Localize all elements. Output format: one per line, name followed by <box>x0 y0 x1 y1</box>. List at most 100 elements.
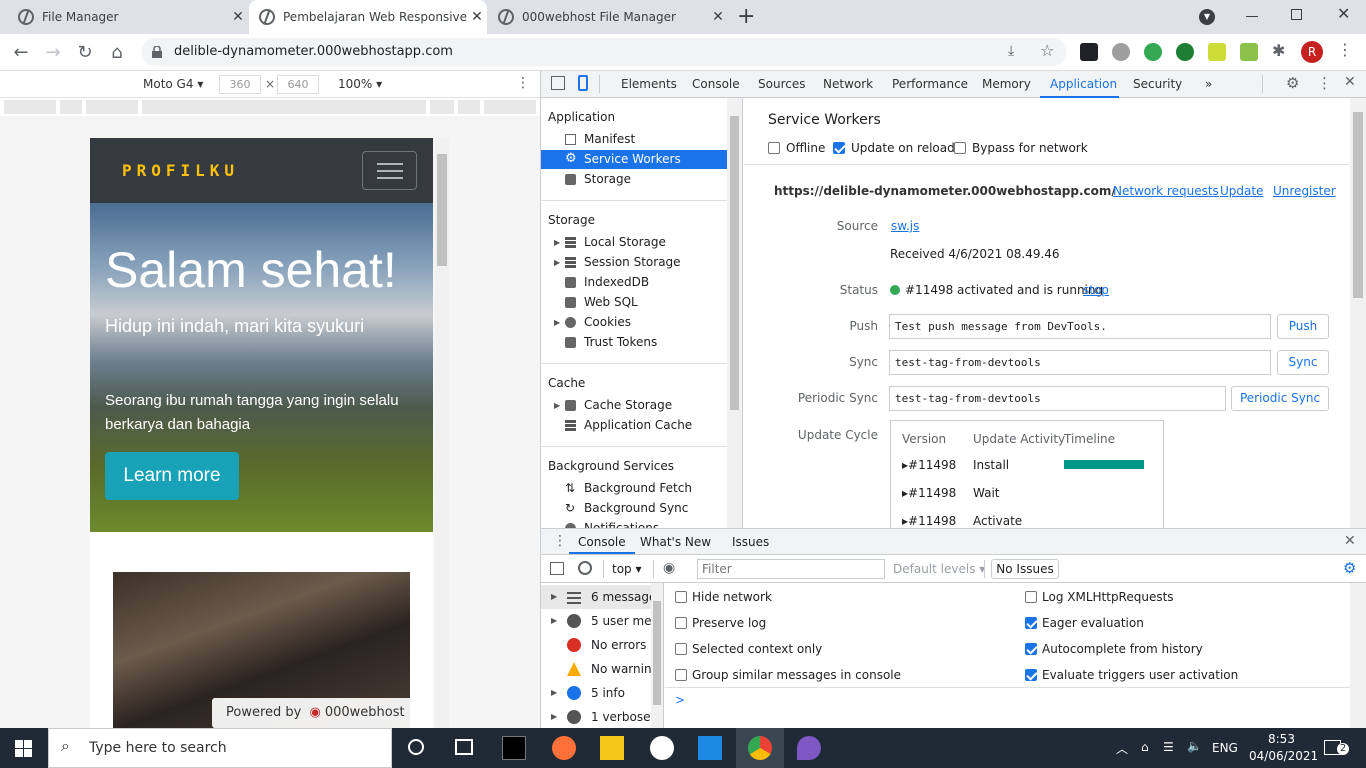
home-icon[interactable]: ⌂ <box>104 40 130 66</box>
sidebar-item-cookies[interactable]: ▶ Cookies <box>541 313 727 332</box>
page-scrollbar[interactable] <box>435 138 449 728</box>
width-input[interactable]: 360 <box>219 75 261 94</box>
device-toggle-icon[interactable] <box>578 75 588 91</box>
extension-doc-icon[interactable] <box>1240 43 1258 61</box>
tab-console[interactable]: Console <box>692 77 740 91</box>
sidebar-item-service-workers[interactable]: ⚙ Service Workers <box>541 150 727 169</box>
tab-pembelajaran[interactable]: Pembelajaran Web Responsive ✕ <box>249 0 487 34</box>
close-tab-icon[interactable]: ✕ <box>708 9 728 25</box>
unregister-link[interactable]: Unregister <box>1273 184 1336 198</box>
new-tab-icon[interactable]: + <box>737 4 755 29</box>
tray-chevron-icon[interactable]: ︿ <box>1116 740 1128 757</box>
tab-sources[interactable]: Sources <box>758 77 805 91</box>
expand-arrow-icon[interactable]: ▶ <box>554 313 560 332</box>
learn-more-button[interactable]: Learn more <box>105 452 239 500</box>
update-link[interactable]: Update <box>1220 184 1263 198</box>
settings-gear-icon[interactable]: ⚙ <box>1286 74 1299 92</box>
sidebar-item-background-fetch[interactable]: ⇅ Background Fetch <box>541 479 727 498</box>
group-similar-checkbox[interactable] <box>675 669 687 681</box>
sidebar-item-trust-tokens[interactable]: Trust Tokens <box>541 333 727 352</box>
cycle-row-version[interactable]: ▸#11498 <box>902 514 956 528</box>
sidebar-item-session-storage[interactable]: ▶ Session Storage <box>541 253 727 272</box>
more-tabs-icon[interactable]: » <box>1205 77 1212 91</box>
github-app-icon[interactable] <box>650 736 674 760</box>
cycle-row-version[interactable]: ▸#11498 <box>902 486 956 500</box>
menu-kebab-icon[interactable]: ⋮ <box>1337 40 1353 59</box>
drawer-tab-console[interactable]: Console <box>578 535 626 549</box>
extension-film-icon[interactable] <box>1112 43 1130 61</box>
drawer-tab-whats-new[interactable]: What's New <box>640 535 711 549</box>
windows-start-icon[interactable] <box>15 740 32 757</box>
bypass-network-checkbox[interactable] <box>954 142 966 154</box>
firefox-app-icon[interactable] <box>552 736 576 760</box>
sidebar-item-cache-storage[interactable]: ▶ Cache Storage <box>541 396 727 415</box>
console-filter-errors[interactable]: No errors <box>541 633 651 657</box>
tray-time[interactable]: 8:53 <box>1268 732 1295 746</box>
taskbar-search[interactable]: ⌕ Type here to search <box>48 728 392 768</box>
push-button[interactable]: Push <box>1277 314 1329 339</box>
filter-input[interactable] <box>697 559 885 579</box>
height-input[interactable]: 640 <box>277 75 319 94</box>
source-file-link[interactable]: sw.js <box>891 219 919 233</box>
tab-application[interactable]: Application <box>1050 77 1117 91</box>
preserve-log-checkbox[interactable] <box>675 617 687 629</box>
stop-link[interactable]: stop <box>1083 283 1109 297</box>
sidebar-item-manifest[interactable]: Manifest <box>541 130 727 149</box>
periodic-sync-input[interactable]: test-tag-from-devtools <box>889 386 1226 411</box>
console-scrollbar[interactable] <box>1350 583 1366 728</box>
cortana-icon[interactable] <box>408 739 424 755</box>
powered-by-badge[interactable]: Powered by ◉ 000webhost <box>212 698 418 728</box>
chrome-app-active[interactable] <box>736 728 784 768</box>
tab-search-icon[interactable]: ▼ <box>1199 9 1215 25</box>
autocomplete-checkbox[interactable] <box>1025 643 1037 655</box>
extensions-puzzle-icon[interactable]: ✱ <box>1272 41 1285 60</box>
minimize-icon[interactable] <box>1246 16 1258 17</box>
tray-network-icon[interactable]: ⌂ <box>1141 740 1149 754</box>
expand-arrow-icon[interactable]: ▶ <box>554 233 560 252</box>
devtools-menu-icon[interactable]: ⋮ <box>1317 74 1332 92</box>
profile-avatar[interactable]: R <box>1301 41 1323 63</box>
expand-arrow-icon[interactable]: ▶ <box>554 396 560 415</box>
log-xhr-checkbox[interactable] <box>1025 591 1037 603</box>
extension-refresh-icon[interactable] <box>1144 43 1162 61</box>
console-filter-warnings[interactable]: No warnings <box>541 657 651 681</box>
close-tab-icon[interactable]: ✕ <box>228 9 248 25</box>
inspect-element-icon[interactable] <box>551 76 565 90</box>
console-settings-gear-icon[interactable]: ⚙ <box>1343 559 1356 577</box>
hide-network-checkbox[interactable] <box>675 591 687 603</box>
sidebar-item-websql[interactable]: Web SQL <box>541 293 727 312</box>
tray-volume-icon[interactable]: 🔈 <box>1187 739 1202 753</box>
file-explorer-app-icon[interactable] <box>600 736 624 760</box>
hamburger-menu-icon[interactable] <box>362 151 417 190</box>
task-view-icon[interactable] <box>455 739 473 755</box>
close-drawer-icon[interactable]: ✕ <box>1344 533 1356 549</box>
install-icon[interactable]: ⤓ <box>1008 43 1014 59</box>
console-prompt[interactable]: > <box>675 693 685 707</box>
levels-select[interactable]: Default levels ▾ <box>893 562 985 576</box>
periodic-sync-button[interactable]: Periodic Sync <box>1231 386 1329 411</box>
console-sidebar-scrollbar[interactable] <box>651 583 663 728</box>
extension-globe-icon[interactable] <box>1176 43 1194 61</box>
navbar-brand[interactable]: PROFILKU <box>122 161 239 180</box>
tab-network[interactable]: Network <box>823 77 873 91</box>
console-filter-user-messages[interactable]: ▶5 user messages <box>541 609 651 633</box>
sidebar-item-application-cache[interactable]: Application Cache <box>541 416 727 435</box>
tab-000webhost[interactable]: 000webhost File Manager ✕ <box>488 0 728 34</box>
forward-icon[interactable]: → <box>40 40 66 66</box>
tab-memory[interactable]: Memory <box>982 77 1031 91</box>
bookmark-star-icon[interactable]: ☆ <box>1040 41 1054 60</box>
clear-console-icon[interactable] <box>578 561 592 575</box>
extension-image-icon[interactable] <box>1208 43 1226 61</box>
cmd-app-icon[interactable] <box>502 736 526 760</box>
close-window-icon[interactable]: ✕ <box>1337 4 1350 23</box>
eye-icon[interactable]: ◉ <box>663 560 675 576</box>
sidebar-item-local-storage[interactable]: ▶ Local Storage <box>541 233 727 252</box>
selected-context-checkbox[interactable] <box>675 643 687 655</box>
zoom-select[interactable]: 100% ▾ <box>338 77 382 91</box>
sync-button[interactable]: Sync <box>1277 350 1329 375</box>
panel-scrollbar[interactable] <box>1350 98 1366 528</box>
tray-wifi-icon[interactable]: ☰ <box>1163 740 1174 754</box>
sync-input[interactable]: test-tag-from-devtools <box>889 350 1271 375</box>
sidebar-item-notifications[interactable]: Notifications <box>541 519 727 528</box>
console-filter-info[interactable]: ▶ 5 info <box>541 681 651 705</box>
